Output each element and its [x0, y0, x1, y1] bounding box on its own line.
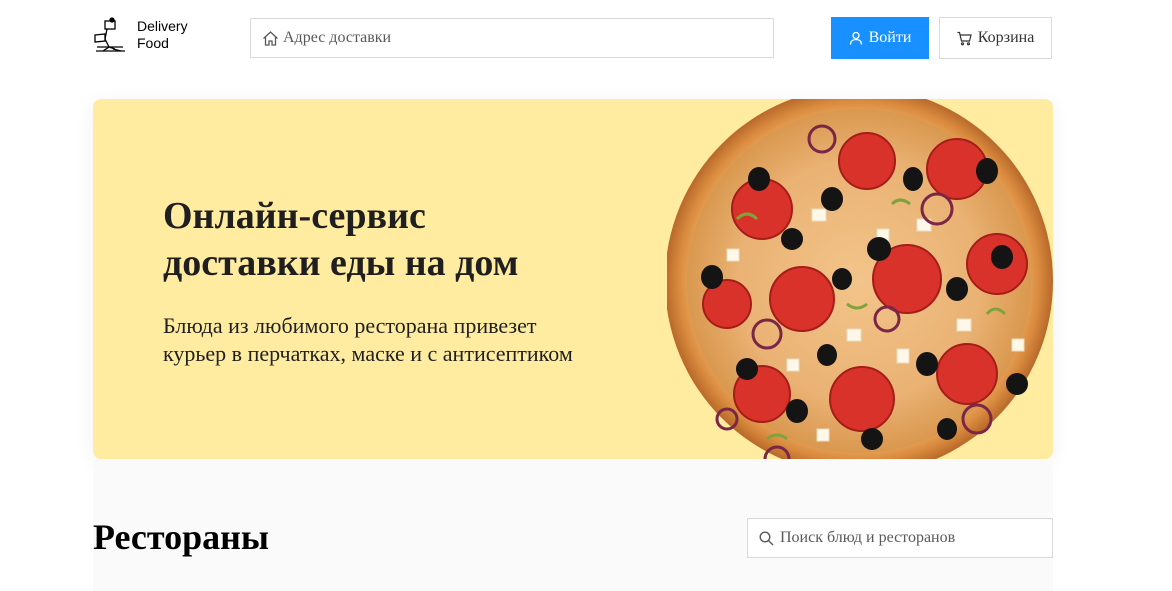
promo-text: Блюда из любимого ресторана привезет кур…	[163, 312, 633, 368]
promo-text-line-1: Блюда из любимого ресторана привезет	[163, 313, 537, 338]
section-title: Рестораны	[93, 517, 269, 557]
cart-label: Корзина	[977, 29, 1035, 46]
promo-banner: Онлайн-сервис доставки еды на дом Блюда …	[93, 99, 1053, 459]
logo[interactable]: Delivery Food	[93, 17, 188, 53]
home-icon	[263, 30, 278, 46]
promo-text-line-2: курьер в перчатках, маске и с антисептик…	[163, 341, 573, 366]
pizza-image	[667, 99, 1053, 459]
login-label: Войти	[868, 29, 912, 46]
search-input[interactable]	[780, 529, 1050, 547]
cart-button[interactable]: Корзина	[939, 17, 1052, 59]
logo-line-1: Delivery	[137, 18, 188, 34]
promo-title-line-1: Онлайн-сервис	[163, 195, 426, 237]
search-field[interactable]	[747, 518, 1053, 558]
shopping-cart-icon	[957, 31, 972, 45]
promo-title: Онлайн-сервис доставки еды на дом	[163, 193, 583, 287]
logo-line-2: Food	[137, 35, 169, 51]
login-button[interactable]: Войти	[831, 17, 929, 59]
logo-text: Delivery Food	[137, 18, 188, 52]
promo-title-line-2: доставки еды на дом	[163, 242, 519, 284]
restaurants-section: Рестораны	[93, 459, 1053, 591]
delivery-courier-icon	[94, 17, 125, 52]
search-icon	[759, 530, 774, 545]
header: Delivery Food Войти Корзина	[0, 0, 1172, 76]
address-input[interactable]	[283, 29, 763, 47]
user-icon	[849, 31, 862, 45]
address-field[interactable]	[250, 18, 774, 58]
